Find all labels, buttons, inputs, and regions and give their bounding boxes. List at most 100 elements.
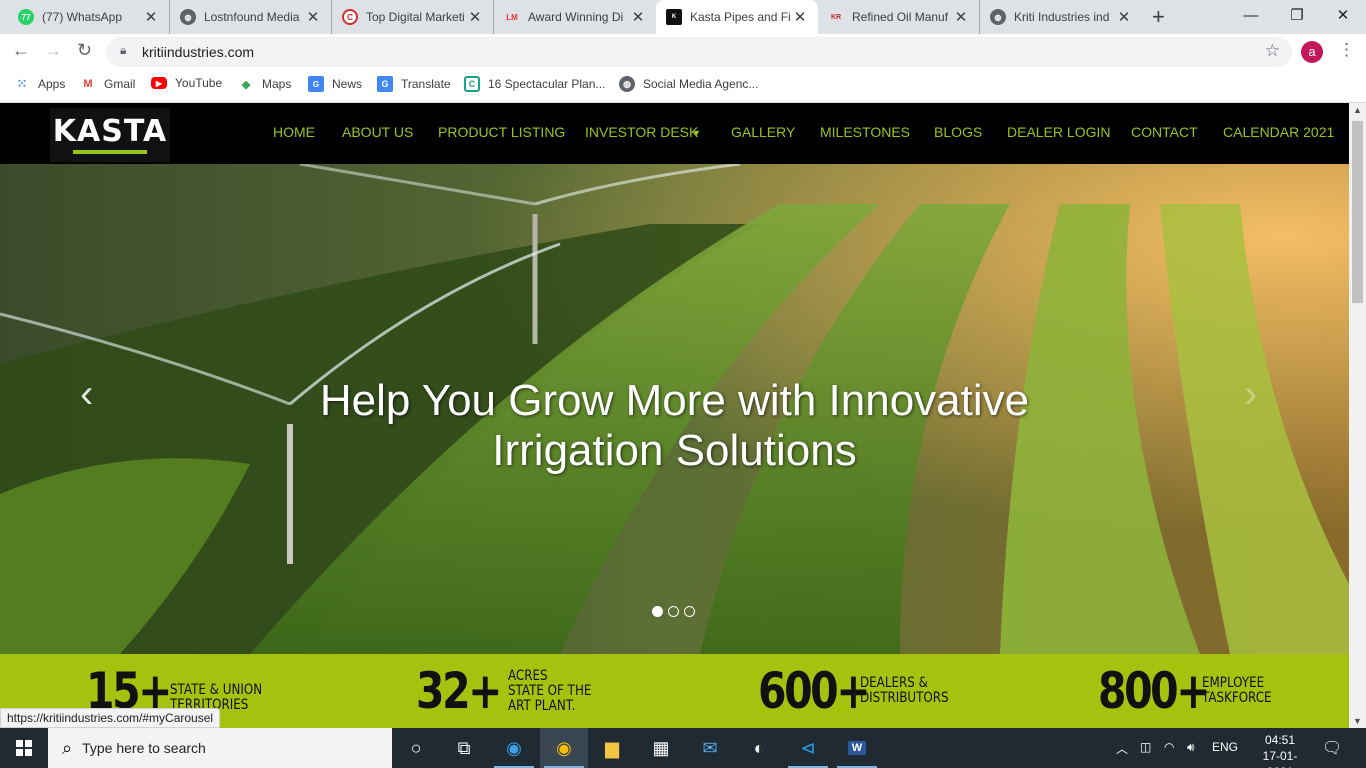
bookmark-label: 16 Spectacular Plan...	[488, 77, 606, 91]
nav-product-listing[interactable]: PRODUCT LISTING	[438, 124, 565, 140]
nav-gallery[interactable]: GALLERY	[731, 124, 795, 140]
tab-whatsapp[interactable]: 77 (77) WhatsApp ✕	[8, 0, 170, 34]
address-bar[interactable]: 🔒︎ kritiindustries.com ☆	[106, 37, 1292, 67]
carousel-prev-icon[interactable]: ‹	[80, 372, 93, 417]
bookmark-maps[interactable]: ◆ Maps	[238, 76, 292, 92]
tab-kriti-industries[interactable]: ◍ Kriti Industries ind ✕	[980, 0, 1142, 34]
bookmark-label: Apps	[38, 77, 66, 91]
hero-carousel: Help You Grow More with Innovative Irrig…	[0, 164, 1349, 654]
forward-arrow-icon[interactable]: →	[44, 40, 62, 61]
edge-browser-icon[interactable]: ◉	[490, 728, 538, 768]
scrollbar-thumb[interactable]	[1352, 121, 1363, 303]
whatsapp-icon: 77	[18, 9, 34, 25]
close-icon[interactable]: ✕	[953, 8, 969, 26]
bookmark-youtube[interactable]: ▶ YouTube	[151, 76, 222, 90]
file-explorer-icon[interactable]: ▆	[588, 728, 636, 768]
bookmark-apps[interactable]: ⁙ Apps	[14, 76, 66, 92]
nav-investor-desk[interactable]: INVESTOR DESK	[585, 124, 698, 140]
nav-milestones[interactable]: MILESTONES	[820, 124, 910, 140]
notifications-icon[interactable]: 🗨︎	[1322, 738, 1342, 758]
stat-label: DEALERS & DISTRIBUTORS	[860, 676, 949, 706]
profile-avatar[interactable]: a	[1301, 41, 1323, 63]
close-icon[interactable]: ✕	[1116, 8, 1132, 26]
stat-label-line: STATE & UNION	[170, 682, 263, 698]
kasta-logo[interactable]: KASTA	[50, 108, 170, 162]
bookmark-16-spectacular[interactable]: C 16 Spectacular Plan...	[464, 76, 605, 92]
nav-about-us[interactable]: ABOUT US	[342, 124, 413, 140]
website-viewport: KASTA HOME ABOUT US PRODUCT LISTING INVE…	[0, 103, 1349, 728]
language-indicator[interactable]: ENG	[1212, 740, 1238, 754]
close-icon[interactable]: ✕	[630, 8, 646, 26]
reload-icon[interactable]: ↻	[77, 40, 92, 61]
close-icon[interactable]: ✕	[305, 8, 321, 26]
kebab-menu-icon[interactable]: ⋮	[1338, 40, 1355, 60]
meet-now-icon[interactable]: ◫	[1140, 740, 1151, 754]
kasta-icon: K	[666, 9, 682, 25]
new-tab-plus-icon[interactable]: +	[1152, 4, 1165, 30]
nav-calendar-2021[interactable]: CALENDAR 2021	[1223, 124, 1334, 140]
browser-toolbar: ← → ↻ 🔒︎ kritiindustries.com ☆ a ⋮	[0, 34, 1366, 70]
bookmark-gmail[interactable]: M Gmail	[80, 76, 135, 92]
media-app-icon[interactable]: ◐	[735, 728, 783, 768]
vscode-icon[interactable]: ⊲	[784, 728, 832, 768]
show-hidden-icons-icon[interactable]: ︿	[1116, 740, 1128, 757]
scroll-down-icon[interactable]: ▼	[1353, 716, 1362, 726]
windows-start-button[interactable]	[0, 728, 48, 768]
tab-award-winning[interactable]: LM Award Winning Di ✕	[494, 0, 656, 34]
wifi-icon[interactable]: ◠	[1164, 740, 1174, 754]
tab-kasta-active[interactable]: K Kasta Pipes and Fi ✕	[656, 0, 818, 34]
close-icon[interactable]: ✕	[792, 8, 808, 26]
chrome-browser-icon[interactable]: ◉	[540, 728, 588, 768]
back-arrow-icon[interactable]: ←	[12, 40, 30, 61]
stat-label-line: DEALERS &	[860, 675, 928, 691]
lm-logo-icon: LM	[506, 12, 518, 22]
bookmark-label: YouTube	[175, 76, 223, 90]
volume-icon[interactable]: 🔊︎	[1187, 740, 1195, 755]
tab-title: Refined Oil Manuf	[852, 10, 949, 24]
logo-text: KASTA	[52, 114, 168, 149]
carousel-next-icon[interactable]: ›	[1244, 372, 1257, 417]
stat-label-line: STATE OF THE	[508, 682, 592, 699]
bookmark-translate[interactable]: G Translate	[377, 76, 451, 92]
stat-label: ACRES STATE OF THE ART PLANT.	[508, 667, 592, 714]
bookmark-label: News	[332, 77, 363, 91]
stat-label-line: EMPLOYEE	[1202, 675, 1265, 691]
minimize-icon[interactable]: —	[1228, 0, 1274, 30]
bookmark-news[interactable]: G News	[308, 76, 362, 92]
tab-top-digital[interactable]: C Top Digital Marketi ✕	[332, 0, 494, 34]
lock-icon: 🔒︎	[120, 43, 127, 57]
c-logo-icon: C	[342, 9, 358, 25]
carousel-dot[interactable]	[652, 606, 663, 617]
tab-title: Award Winning Di	[528, 10, 624, 24]
nav-home[interactable]: HOME	[273, 124, 315, 140]
tab-refined-oil[interactable]: KR Refined Oil Manuf ✕	[818, 0, 980, 34]
microsoft-store-icon[interactable]: ▦	[637, 728, 685, 768]
mail-icon[interactable]: ✉	[686, 728, 734, 768]
taskbar-search-box[interactable]: ⌕ Type here to search	[48, 728, 392, 768]
stat-label-line: ACRES	[508, 667, 548, 684]
bookmark-social-media[interactable]: ◍ Social Media Agenc...	[619, 76, 758, 92]
url-text[interactable]: kritiindustries.com	[142, 44, 254, 60]
hero-headline-line2: Irrigation Solutions	[492, 426, 857, 475]
cortana-icon[interactable]: ○	[392, 728, 440, 768]
carousel-dot[interactable]	[684, 606, 695, 617]
nav-contact[interactable]: CONTACT	[1131, 124, 1198, 140]
carousel-dot[interactable]	[668, 606, 679, 617]
page-scrollbar[interactable]: ▲ ▼	[1349, 103, 1366, 728]
hero-headline-line1: Help You Grow More with Innovative	[319, 376, 1030, 425]
task-view-icon[interactable]: ⧉	[440, 728, 488, 768]
close-icon[interactable]: ✕	[467, 8, 483, 26]
window-close-icon[interactable]: ✕	[1320, 0, 1366, 30]
caret-down-icon[interactable]: ▼	[692, 128, 701, 138]
close-icon[interactable]: ✕	[143, 8, 159, 26]
bookmark-star-icon[interactable]: ☆	[1265, 41, 1280, 61]
nav-blogs[interactable]: BLOGS	[934, 124, 982, 140]
nav-dealer-login[interactable]: DEALER LOGIN	[1007, 124, 1110, 140]
maps-icon: ◆	[241, 78, 251, 91]
stat-number: 800+	[1098, 662, 1211, 720]
word-icon[interactable]: W	[833, 728, 881, 768]
system-clock[interactable]: 04:51 17-01-2021	[1252, 732, 1308, 768]
maximize-icon[interactable]: ❐	[1274, 0, 1320, 30]
scroll-up-icon[interactable]: ▲	[1353, 105, 1362, 115]
tab-lostnfound[interactable]: ◍ Lostnfound Media ✕	[170, 0, 332, 34]
